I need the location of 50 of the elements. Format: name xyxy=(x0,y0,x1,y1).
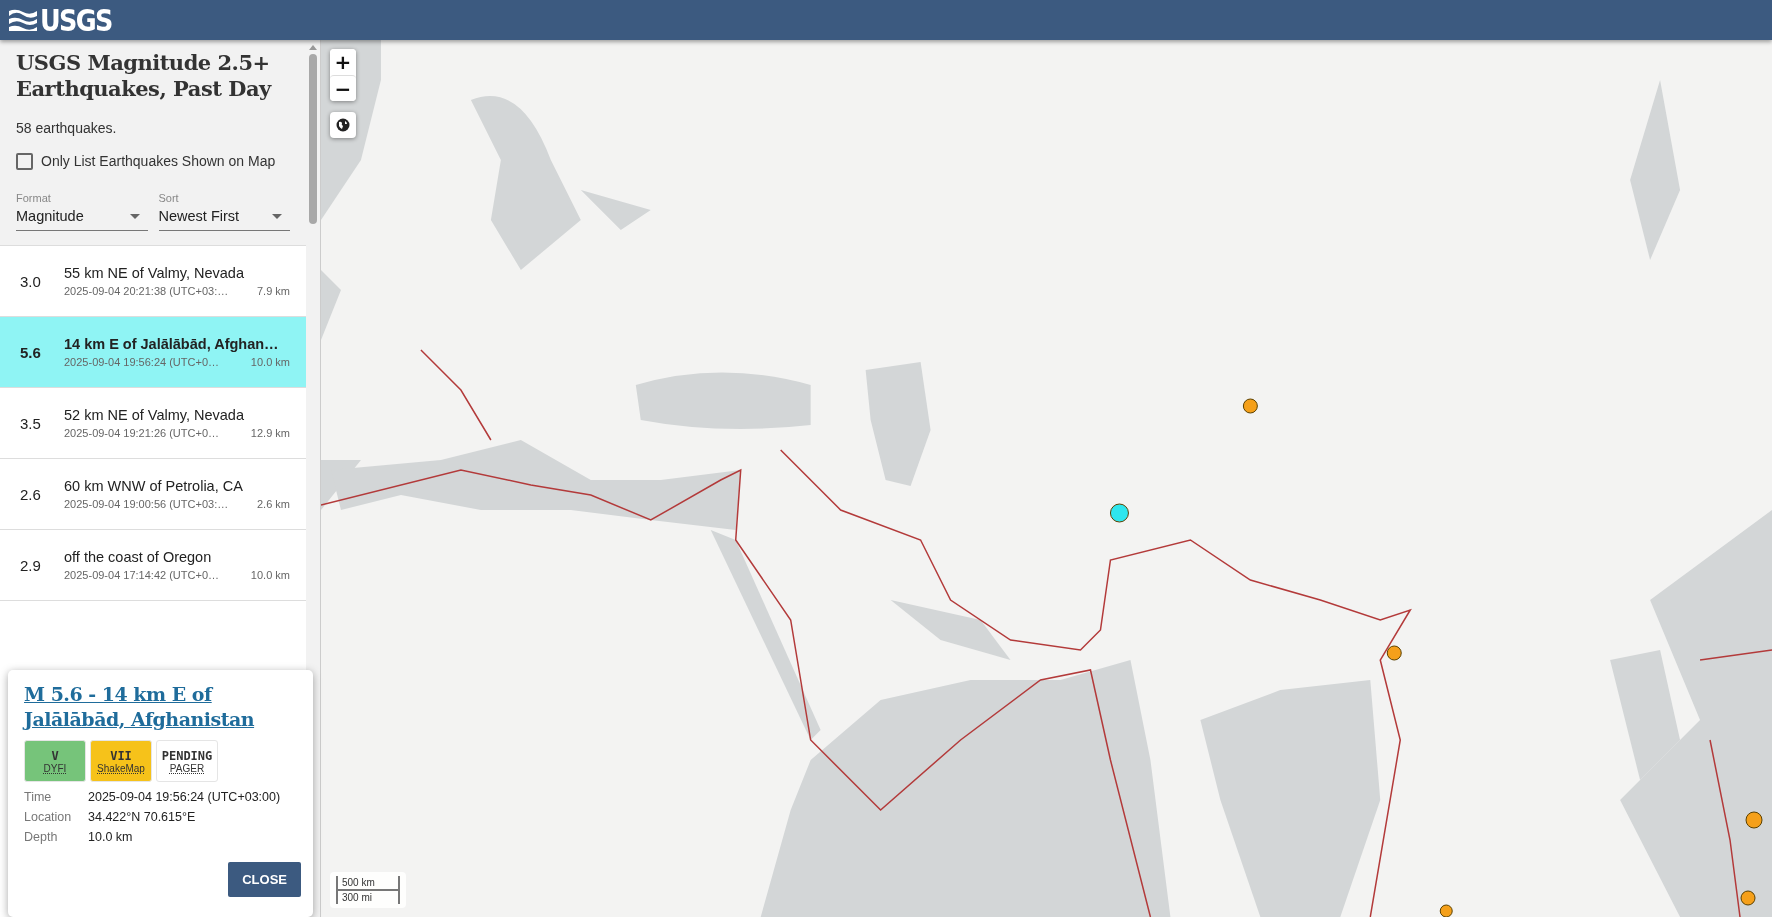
place-name: 14 km E of Jalālābād, Afghan… xyxy=(64,336,280,352)
event-depth: 12.9 km xyxy=(250,427,290,439)
event-depth: 10.0 km xyxy=(250,356,290,368)
caret-icon xyxy=(129,213,140,219)
zoom-out-button[interactable]: − xyxy=(330,75,356,101)
earthquake-count: 58 earthquakes. xyxy=(16,120,118,136)
checkbox-label[interactable]: Only List Earthquakes Shown on Map xyxy=(41,150,276,172)
scale-label: 300 mi xyxy=(336,889,400,904)
place-name: off the coast of Oregon xyxy=(64,549,213,565)
event-time: 2025-09-04 20:21:38 (UTC+03:… xyxy=(64,285,229,297)
zoom-in-button[interactable]: + xyxy=(330,49,356,75)
event-title-link[interactable]: M 5.6 - 14 km E of Jalālābād, Afghanistan xyxy=(24,682,301,732)
detail-value: 2025-09-04 19:56:24 (UTC+03:00) xyxy=(88,790,282,804)
detail-label: Location xyxy=(24,810,73,824)
detail-value: 10.0 km xyxy=(88,830,134,844)
place-name: 60 km WNW of Petrolia, CA xyxy=(64,478,244,494)
scale-label: 500 km xyxy=(336,876,400,891)
earthquake-item[interactable]: 5.6 14 km E of Jalālābād, Afghan… 2025-09-04 19:56:24 (UTC+0… 10.0 km xyxy=(0,317,306,388)
event-depth: 10.0 km xyxy=(250,569,290,581)
magnitude: 3.5 xyxy=(20,414,42,432)
magnitude: 2.9 xyxy=(20,556,42,574)
event-time: 2025-09-04 19:21:26 (UTC+0… xyxy=(64,427,219,439)
intensity-badge[interactable]: PENDING PAGER xyxy=(156,740,218,782)
event-depth: 2.6 km xyxy=(257,498,290,510)
event-depth: 7.9 km xyxy=(257,285,290,297)
place-name: 52 km NE of Valmy, Nevada xyxy=(64,407,245,423)
logo-text[interactable]: USGS xyxy=(40,2,112,38)
caret-icon xyxy=(272,213,282,219)
wave-logo-icon xyxy=(8,8,38,32)
select-label: Sort xyxy=(158,192,180,204)
event-time: 2025-09-04 17:14:42 (UTC+0… xyxy=(64,569,219,581)
select-field[interactable]: Magnitude xyxy=(16,208,148,231)
select-label: Format xyxy=(16,192,52,204)
magnitude: 3.0 xyxy=(20,272,42,290)
close-button[interactable]: CLOSE xyxy=(228,862,301,897)
checkbox[interactable] xyxy=(16,152,33,170)
magnitude: 2.6 xyxy=(20,485,42,503)
intensity-badge[interactable]: VII ShakeMap xyxy=(90,740,152,782)
globe-icon xyxy=(336,118,350,132)
event-time: 2025-09-04 19:56:24 (UTC+0… xyxy=(64,356,219,368)
detail-value: 34.422°N 70.615°E xyxy=(88,810,197,824)
select-field[interactable]: Newest First xyxy=(158,208,290,231)
event-time: 2025-09-04 19:00:56 (UTC+03:… xyxy=(64,498,229,510)
basemap-button[interactable] xyxy=(330,112,356,138)
magnitude: 5.6 xyxy=(20,343,42,361)
detail-label: Depth xyxy=(24,830,59,844)
list-title: USGS Magnitude 2.5+ Earthquakes, Past Day xyxy=(16,50,273,102)
intensity-badge[interactable]: V DYFI xyxy=(24,740,86,782)
place-name: 55 km NE of Valmy, Nevada xyxy=(64,265,245,281)
detail-label: Time xyxy=(24,790,53,804)
